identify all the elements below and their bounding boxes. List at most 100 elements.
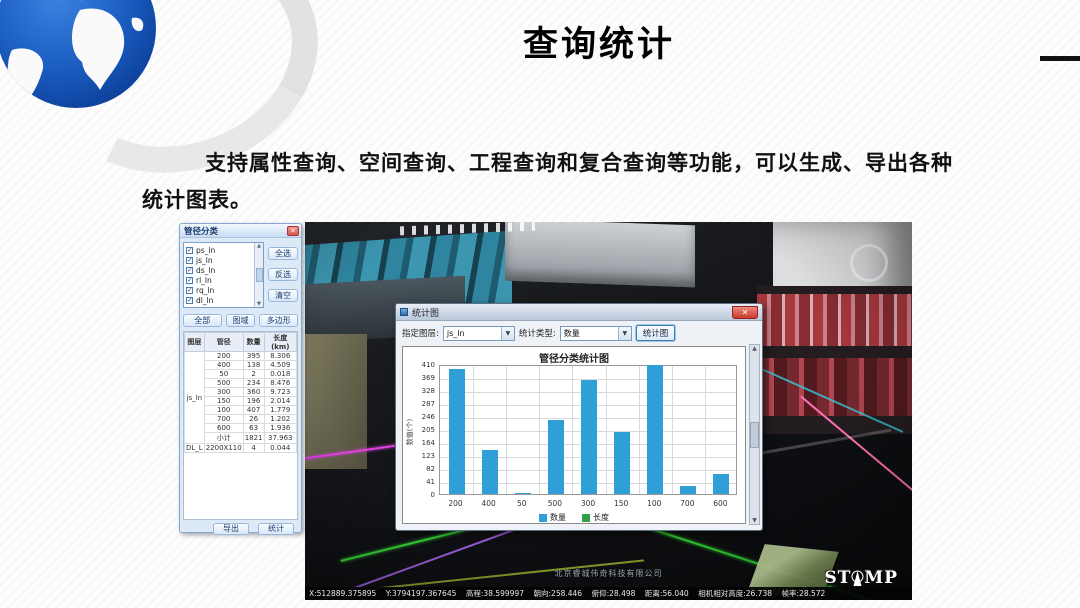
全选-button[interactable]: 全选 xyxy=(268,247,298,260)
page-title: 查询统计 xyxy=(522,25,675,65)
stamp-logo: ST MP xyxy=(824,568,898,588)
stat-type-label: 统计类型: xyxy=(518,329,556,339)
table-cell: 1821 xyxy=(242,432,265,444)
chevron-down-icon[interactable]: ▼ xyxy=(500,326,514,340)
bar-50[interactable] xyxy=(514,493,531,494)
stats-window-title: 统计图 xyxy=(412,308,440,319)
checkbox-checked-icon[interactable] xyxy=(186,296,193,304)
table-cell: 500 xyxy=(203,378,244,388)
table-cell: 1.779 xyxy=(263,405,297,415)
stamp-logo-text-right: MP xyxy=(864,568,898,588)
layer-name: rl_ln xyxy=(196,275,212,285)
table-cell: 8.476 xyxy=(263,378,297,388)
gridline-v xyxy=(473,366,475,494)
table-cell: 2 xyxy=(242,369,265,379)
table-cell: 37.963 xyxy=(263,432,297,444)
table-row[interactable]: DL_L 2200X110 4 0.044 xyxy=(184,443,297,453)
y-tick-label: 369 xyxy=(421,374,435,382)
body-text-line1: 支持属性查询、空间查询、工程查询和复合查询等功能，可以生成、导出各种 xyxy=(205,151,953,175)
layer-select-label: 指定图层: xyxy=(402,329,439,339)
panel-close-icon[interactable]: ✕ xyxy=(287,225,299,236)
清空-button[interactable]: 清空 xyxy=(268,289,298,302)
window-icon xyxy=(400,308,408,316)
y-tick-label: 0 xyxy=(430,491,435,499)
checkbox-checked-icon[interactable] xyxy=(186,256,193,264)
layer-select-dropdown[interactable]: js_ln ▼ xyxy=(442,325,515,341)
layer-list-item[interactable]: ps_ln xyxy=(186,245,253,255)
bar-500[interactable] xyxy=(547,420,564,494)
导出-button[interactable]: 导出 xyxy=(213,523,249,535)
company-watermark: 北京睿城伟奇科技有限公司 xyxy=(554,569,663,578)
y-tick-label: 246 xyxy=(421,413,435,421)
checkbox-checked-icon[interactable] xyxy=(186,276,193,284)
table-cell: 407 xyxy=(242,405,265,415)
layer-list[interactable]: ps_lnjs_lnds_lnrl_lnrq_lndl_ln ▲ ▼ xyxy=(183,242,264,308)
scroll-up-icon[interactable]: ▲ xyxy=(257,243,261,249)
table-cell: 63 xyxy=(242,423,265,433)
bar-300[interactable] xyxy=(581,380,597,494)
pipe-classification-panel: 管径分类 ✕ ps_lnjs_lnds_lnrl_lnrq_lndl_ln ▲ … xyxy=(179,223,302,535)
layer-list-item[interactable]: ds_ln xyxy=(186,265,253,275)
table-cell: 4 xyxy=(242,443,265,453)
scroll-thumb[interactable] xyxy=(255,268,263,282)
gridline-v xyxy=(539,366,541,494)
table-cell: 0.018 xyxy=(263,369,297,379)
table-cell: 8.306 xyxy=(263,351,297,361)
table-header: 图层 xyxy=(184,332,205,352)
checkbox-checked-icon[interactable] xyxy=(186,286,193,294)
layer-name: dl_ln xyxy=(196,295,214,305)
chart-title: 管径分类统计图 xyxy=(539,354,609,365)
stats-window-titlebar[interactable]: 统计图 ✕ xyxy=(396,304,762,321)
stats-toolbar: 指定图层: js_ln ▼ 统计类型: 数量 ▼ 统计图 xyxy=(396,321,762,344)
layer-list-item[interactable]: rq_ln xyxy=(186,285,253,295)
scroll-down-icon[interactable]: ▼ xyxy=(752,517,757,524)
chevron-down-icon[interactable]: ▼ xyxy=(617,326,631,340)
统计-button[interactable]: 统计 xyxy=(258,523,294,535)
stats-window-close-icon[interactable]: ✕ xyxy=(732,305,758,319)
panel-title: 管径分类 xyxy=(184,226,219,237)
y-tick-label: 287 xyxy=(421,400,435,408)
反选-button[interactable]: 反选 xyxy=(268,268,298,281)
checkbox-checked-icon[interactable] xyxy=(186,246,193,254)
table-header: 长度(km) xyxy=(263,332,297,352)
stat-type-dropdown[interactable]: 数量 ▼ xyxy=(559,325,632,341)
table-cell: 400 xyxy=(203,360,244,370)
legend-item: 长度 xyxy=(582,512,609,523)
panel-titlebar[interactable]: 管径分类 ✕ xyxy=(180,224,301,238)
slide: 查询统计 支持属性查询、空间查询、工程查询和复合查询等功能，可以生成、导出各种 … xyxy=(0,0,1080,608)
table-cell: 234 xyxy=(242,378,265,388)
gridline-v xyxy=(671,366,673,494)
layer-list-item[interactable]: js_ln xyxy=(186,255,253,265)
legend-label: 数量 xyxy=(550,513,566,522)
bar-100[interactable] xyxy=(647,365,664,494)
全部-button[interactable]: 全部 xyxy=(183,314,222,327)
table-row[interactable]: js_ln 200 395 8.306 xyxy=(184,351,297,444)
legend-label: 长度 xyxy=(593,513,609,522)
layer-list-scrollbar[interactable]: ▲ ▼ xyxy=(254,243,263,307)
layer-list-item[interactable]: rl_ln xyxy=(186,275,253,285)
bar-150[interactable] xyxy=(614,432,631,494)
bar-200[interactable] xyxy=(448,369,465,494)
table-cell: 395 xyxy=(242,351,265,361)
table-cell: 50 xyxy=(203,369,244,379)
generate-chart-button[interactable]: 统计图 xyxy=(634,324,677,342)
stats-window: 统计图 ✕ 指定图层: js_ln ▼ 统计类型: 数量 ▼ 统计图 管径分类统… xyxy=(395,303,763,531)
table-cell: 1.202 xyxy=(263,414,297,424)
scroll-down-icon[interactable]: ▼ xyxy=(257,301,261,307)
scroll-up-icon[interactable]: ▲ xyxy=(752,345,757,352)
scroll-thumb[interactable] xyxy=(750,421,759,448)
图域-button[interactable]: 图域 xyxy=(225,314,256,327)
y-tick-label: 164 xyxy=(421,439,435,447)
多边形-button[interactable]: 多边形 xyxy=(259,314,298,327)
bar-400[interactable] xyxy=(481,450,498,494)
table-cell: 26 xyxy=(242,414,265,424)
gridline-v xyxy=(506,366,508,494)
bar-600[interactable] xyxy=(713,474,730,494)
table-header: 数量 xyxy=(242,332,265,352)
title-accent-bar xyxy=(1040,56,1080,61)
layer-list-item[interactable]: dl_ln xyxy=(186,295,253,305)
checkbox-checked-icon[interactable] xyxy=(186,266,193,274)
bar-700[interactable] xyxy=(680,486,697,494)
window-scrollbar[interactable]: ▲ ▼ xyxy=(749,344,760,525)
y-tick-label: 82 xyxy=(426,465,435,473)
